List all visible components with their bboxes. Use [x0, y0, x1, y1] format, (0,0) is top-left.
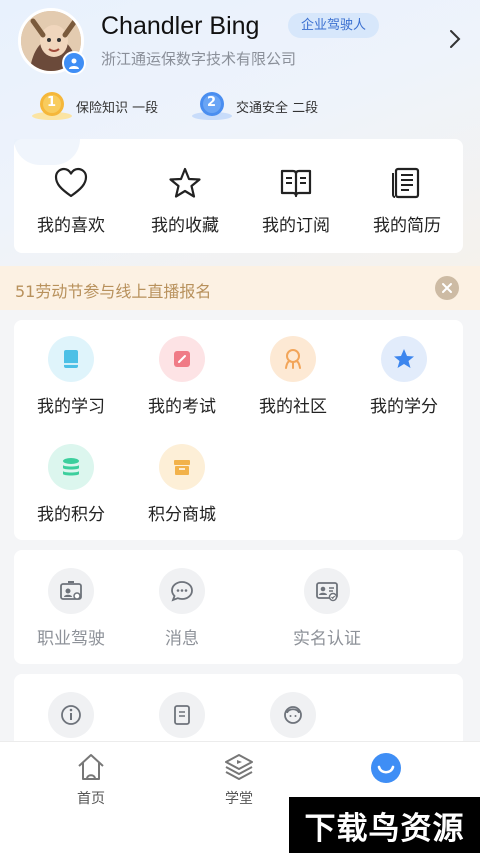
mall-icon	[159, 444, 205, 490]
service-agent-icon	[270, 692, 316, 738]
user-name: Chandler Bing	[101, 12, 260, 40]
quick-link-subscriptions[interactable]: 我的订阅	[241, 165, 351, 236]
credit-star-icon	[381, 336, 427, 382]
book-icon	[280, 169, 312, 198]
driver-card-icon	[48, 568, 94, 614]
community-icon	[270, 336, 316, 382]
tab-me[interactable]	[336, 752, 436, 790]
study-icon	[48, 336, 94, 382]
watermark-text: 下载鸟资源	[304, 810, 465, 847]
exam-icon	[159, 336, 205, 382]
rank-badge-traffic[interactable]: 2 交通安全 二段	[190, 90, 318, 122]
profile-header: Chandler Bing 企业驾驶人 浙江通运保数字技术有限公司 1 保险知识…	[0, 0, 480, 135]
medal-number: 1	[47, 95, 57, 110]
banner-text: 51劳动节参与线上直播报名	[15, 282, 212, 301]
features-card: 职业驾驶 消息 实名认证	[14, 550, 463, 664]
quick-link-label: 我的订阅	[262, 216, 330, 236]
rank-badge-insurance[interactable]: 1 保险知识 一段	[30, 90, 158, 122]
message-icon	[159, 568, 205, 614]
more-document[interactable]	[127, 692, 237, 738]
heart-icon	[54, 167, 88, 198]
service-my-points[interactable]: 我的积分	[16, 444, 126, 525]
feature-label: 职业驾驶	[37, 629, 105, 649]
tab-label: 学堂	[225, 791, 253, 807]
resume-icon	[392, 167, 420, 199]
tab-home[interactable]: 首页	[41, 752, 141, 808]
close-icon[interactable]	[435, 276, 459, 300]
quick-link-resume[interactable]: 我的简历	[352, 165, 462, 236]
quick-link-label: 我的简历	[373, 216, 441, 236]
user-verified-icon	[62, 51, 86, 75]
star-icon	[169, 167, 201, 198]
service-points-mall[interactable]: 积分商城	[127, 444, 237, 525]
document-icon	[159, 692, 205, 738]
rank-text: 保险知识 一段	[76, 100, 159, 116]
service-my-exam[interactable]: 我的考试	[127, 336, 237, 417]
feature-professional-driving[interactable]: 职业驾驶	[16, 568, 126, 649]
watermark-logo: 下载鸟资源	[289, 797, 480, 853]
chevron-right-icon[interactable]	[444, 28, 466, 50]
company-name: 浙江通运保数字技术有限公司	[101, 50, 297, 68]
feature-label: 消息	[165, 629, 199, 649]
service-label: 积分商城	[148, 505, 216, 525]
quick-link-label: 我的喜欢	[37, 216, 105, 236]
id-verify-icon	[304, 568, 350, 614]
rank-text: 交通安全 二段	[236, 100, 319, 116]
service-label: 我的学分	[370, 397, 438, 417]
role-badge: 企业驾驶人	[288, 13, 380, 38]
service-label: 我的社区	[259, 397, 327, 417]
quick-link-label: 我的收藏	[151, 216, 219, 236]
feature-label: 实名认证	[293, 629, 361, 649]
quick-link-likes[interactable]: 我的喜欢	[16, 165, 126, 236]
info-icon	[48, 692, 94, 738]
service-my-study[interactable]: 我的学习	[16, 336, 126, 417]
services-card: 我的学习 我的考试 我的社区 我的学分 我的积分 积分商城	[14, 320, 463, 540]
more-service-agent[interactable]	[238, 692, 348, 738]
quick-link-favorites[interactable]: 我的收藏	[130, 165, 240, 236]
home-icon	[78, 754, 104, 780]
service-label: 我的考试	[148, 397, 216, 417]
announcement-banner[interactable]: 51劳动节参与线上直播报名	[0, 266, 480, 310]
service-label: 我的学习	[37, 397, 105, 417]
feature-real-name-verification[interactable]: 实名认证	[272, 568, 382, 649]
tab-school[interactable]: 学堂	[189, 752, 289, 808]
feature-messages[interactable]: 消息	[127, 568, 237, 649]
smile-icon	[371, 753, 401, 783]
tab-label: 首页	[77, 791, 105, 807]
points-icon	[48, 444, 94, 490]
service-my-community[interactable]: 我的社区	[238, 336, 348, 417]
medal-number: 2	[207, 95, 217, 110]
service-label: 我的积分	[37, 505, 105, 525]
decoration	[14, 139, 80, 165]
quick-links-card: 我的喜欢 我的收藏 我的订阅 我的简历	[14, 139, 463, 253]
school-icon	[225, 754, 253, 780]
service-my-credits[interactable]: 我的学分	[349, 336, 459, 417]
more-info[interactable]	[16, 692, 126, 738]
